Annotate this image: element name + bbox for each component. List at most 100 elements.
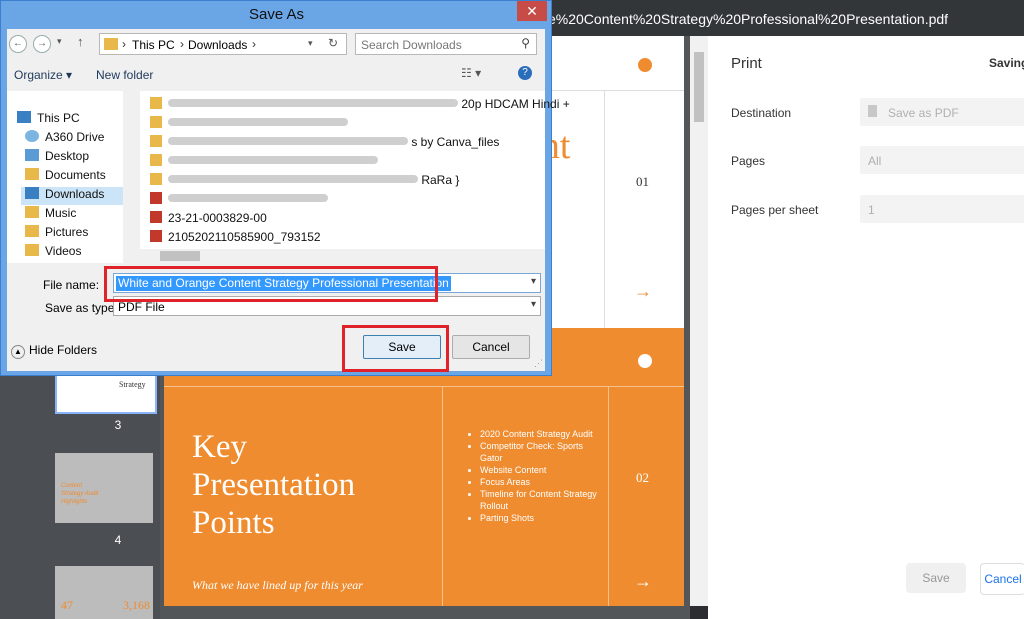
cancel-button[interactable]: Cancel: [452, 335, 530, 359]
bullet-item: Competitor Check: Sports Gator: [480, 440, 600, 464]
nav-item-videos[interactable]: Videos: [25, 244, 81, 262]
pages-value: All: [868, 154, 882, 168]
refresh-icon[interactable]: ↻: [328, 36, 338, 50]
search-icon[interactable]: ⚲: [521, 36, 530, 50]
organize-button[interactable]: Organize ▾: [14, 68, 72, 82]
chevron-down-icon[interactable]: ▾: [531, 276, 536, 287]
chevron-down-icon[interactable]: ▾: [531, 299, 536, 310]
file-item[interactable]: [150, 154, 378, 172]
document-scrollbar[interactable]: [690, 36, 708, 606]
folder-icon: [150, 116, 162, 128]
file-list[interactable]: 20p HDCAM Hindi + s by Canva_files RaRa …: [140, 91, 570, 263]
file-item[interactable]: [150, 116, 348, 134]
scrollbar-thumb[interactable]: [160, 251, 200, 261]
divider: [442, 386, 443, 606]
file-name-highlight: [104, 266, 438, 302]
nav-item-label: Music: [45, 206, 77, 220]
file-item[interactable]: 2105202110585900_793152: [150, 230, 321, 248]
music-icon: [25, 206, 39, 218]
nav-scrollbar[interactable]: [123, 91, 137, 263]
breadcrumb-separator-icon: ›: [122, 37, 126, 51]
nav-item-label: Pictures: [45, 225, 89, 239]
heading-line: Presentation: [192, 467, 356, 503]
file-item[interactable]: [150, 192, 328, 210]
nav-item-label: A360 Drive: [45, 130, 105, 144]
search-input[interactable]: Search Downloads ⚲: [355, 33, 537, 55]
pages-per-sheet-select[interactable]: 1: [860, 195, 1024, 223]
help-icon[interactable]: ?: [518, 66, 532, 80]
cloud-drive-icon: [25, 130, 39, 142]
folder-icon: [150, 135, 162, 147]
nav-item-a360-drive[interactable]: A360 Drive: [25, 130, 104, 148]
destination-value: Save as PDF: [888, 106, 959, 120]
file-name: s by Canva_files: [411, 135, 500, 149]
view-options-icon[interactable]: ☷ ▾: [461, 66, 481, 80]
destination-label: Destination: [731, 106, 792, 120]
nav-item-label: Downloads: [45, 187, 105, 201]
nav-item-desktop[interactable]: Desktop: [25, 149, 89, 167]
nav-item-downloads[interactable]: Downloads: [21, 187, 131, 205]
breadcrumb-this-pc[interactable]: This PC: [132, 38, 175, 52]
slide-dot-icon: [638, 58, 652, 72]
save-as-type-value: PDF File: [118, 300, 165, 314]
breadcrumb-downloads[interactable]: Downloads: [188, 38, 247, 52]
thumbnail-page-4[interactable]: Content Strategy Audit Highlights: [55, 453, 153, 523]
scrollbar-thumb[interactable]: [694, 52, 704, 122]
print-save-button[interactable]: Save: [906, 563, 966, 593]
pages-label: Pages: [731, 154, 766, 168]
blurred-filename: [168, 194, 328, 202]
forward-arrow-icon[interactable]: →: [33, 35, 51, 53]
thumbnail-page-5[interactable]: 47 3,168: [55, 566, 153, 619]
slide-subtitle: What we have lined up for this year: [192, 578, 363, 592]
navigation-pane[interactable]: This PC A360 Drive Desktop Documents Dow…: [7, 91, 137, 263]
nav-item-label: Videos: [45, 244, 82, 258]
new-folder-button[interactable]: New folder: [96, 68, 153, 82]
up-arrow-icon[interactable]: ↑: [77, 34, 84, 49]
arrow-icon: →: [634, 281, 652, 301]
bullet-item: Parting Shots: [480, 512, 600, 524]
close-button[interactable]: ✕: [517, 1, 547, 21]
file-name-label: File name:: [43, 278, 100, 292]
thumbnail-page-3[interactable]: Strategy: [55, 374, 157, 414]
pages-per-sheet-label: Pages per sheet: [731, 203, 819, 217]
folder-icon: [150, 97, 162, 109]
print-cancel-button[interactable]: Cancel: [980, 563, 1024, 595]
blurred-filename: [168, 118, 348, 126]
thumbnail-number: 4: [114, 533, 122, 547]
horizontal-scrollbar[interactable]: [140, 249, 545, 263]
nav-item-music[interactable]: Music: [25, 206, 76, 224]
file-name: RaRa }: [421, 173, 460, 187]
file-item[interactable]: s by Canva_files: [150, 135, 499, 153]
recent-dropdown-icon[interactable]: ▾: [57, 36, 62, 47]
file-item[interactable]: 23-21-0003829-00: [150, 211, 267, 229]
documents-icon: [25, 168, 39, 180]
dialog-toolbar: Organize ▾ New folder ☷ ▾ ?: [7, 61, 545, 87]
nav-item-label: This PC: [37, 111, 80, 125]
bullet-item: Timeline for Content Strategy Rollout: [480, 488, 600, 512]
hide-folders-button[interactable]: ▲ Hide Folders: [11, 343, 97, 359]
file-item[interactable]: RaRa }: [150, 173, 459, 191]
address-dropdown-icon[interactable]: ▾: [308, 38, 313, 49]
file-item[interactable]: 20p HDCAM Hindi +: [150, 97, 570, 115]
address-bar[interactable]: › This PC › Downloads › ▾ ↻: [99, 33, 347, 55]
pictures-icon: [25, 225, 39, 237]
desktop-icon: [25, 149, 39, 161]
computer-icon: [17, 111, 31, 123]
thumbnail-text: 47: [61, 598, 73, 612]
divider: [164, 386, 684, 387]
dialog-title-bar[interactable]: Save As ✕: [1, 1, 551, 29]
pdf-icon: [150, 211, 162, 223]
print-title: Print: [731, 55, 762, 72]
pages-select[interactable]: All: [860, 146, 1024, 174]
destination-select[interactable]: Save as PDF: [860, 98, 1024, 126]
resize-grip-icon[interactable]: ⋰: [534, 358, 543, 369]
nav-item-pictures[interactable]: Pictures: [25, 225, 88, 243]
divider: [608, 386, 609, 606]
breadcrumb-separator-icon: ›: [180, 37, 184, 51]
videos-icon: [25, 244, 39, 256]
thumbnail-text: Strategy Audit: [61, 491, 99, 497]
nav-item-documents[interactable]: Documents: [25, 168, 106, 186]
back-arrow-icon[interactable]: ←: [9, 35, 27, 53]
nav-item-this-pc[interactable]: This PC: [17, 111, 80, 129]
save-as-type-label: Save as type:: [45, 301, 118, 315]
